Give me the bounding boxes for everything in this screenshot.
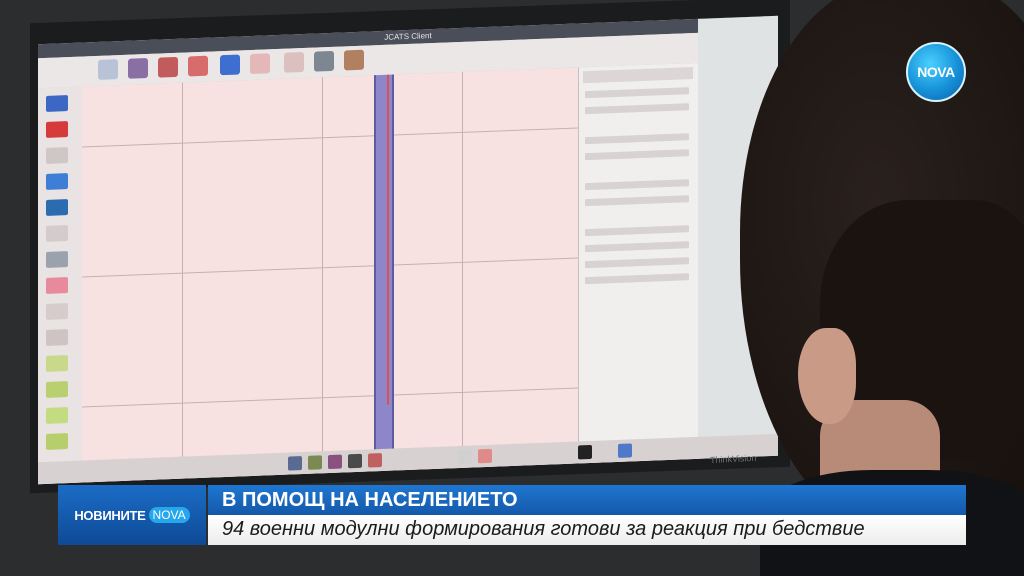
- grid-line: [82, 387, 578, 408]
- person-ear: [798, 328, 856, 424]
- tool-icon[interactable]: [368, 452, 382, 468]
- zone-icon[interactable]: [46, 355, 68, 372]
- panel-field[interactable]: [585, 149, 689, 161]
- panel-field[interactable]: [585, 103, 689, 115]
- eraser-icon[interactable]: [46, 277, 68, 294]
- panel-field[interactable]: [585, 133, 689, 145]
- news-frame: JCATS Client ThinkVision NOVA НОВИНИТЕ N…: [0, 0, 1024, 576]
- tool-icon[interactable]: [308, 455, 322, 470]
- measure-icon[interactable]: [46, 251, 68, 268]
- subheadline: 94 военни модулни формирования готови за…: [222, 518, 865, 540]
- panel-field[interactable]: [585, 241, 689, 253]
- panel-header: [583, 67, 693, 84]
- vehicle-icon[interactable]: [128, 57, 148, 79]
- pencil-icon[interactable]: [284, 51, 304, 73]
- properties-panel: [578, 62, 699, 468]
- tool-icon[interactable]: [328, 454, 342, 470]
- subheadline-bar: 94 военни модулни формирования готови за…: [208, 515, 966, 545]
- channel-logo: NOVA: [906, 42, 966, 102]
- tool-icon[interactable]: [618, 443, 632, 458]
- route-icon[interactable]: [188, 55, 208, 77]
- pen-icon[interactable]: [46, 303, 68, 320]
- layers-icon[interactable]: [344, 49, 364, 71]
- lower-third: НОВИНИТЕ NOVA В ПОМОЩ НА НАСЕЛЕНИЕТО 94 …: [58, 485, 966, 545]
- headline-bar: В ПОМОЩ НА НАСЕЛЕНИЕТО: [208, 485, 966, 515]
- panel-field[interactable]: [585, 179, 689, 191]
- grid-icon[interactable]: [46, 225, 68, 242]
- panel-field[interactable]: [585, 195, 689, 207]
- program-name: НОВИНИТЕ: [74, 507, 146, 523]
- record-icon[interactable]: [46, 121, 68, 138]
- program-logo: NOVA: [148, 507, 190, 523]
- area-icon[interactable]: [46, 381, 68, 398]
- select-icon[interactable]: [46, 95, 68, 112]
- globe-icon[interactable]: [46, 199, 68, 216]
- tool-icon[interactable]: [288, 456, 302, 471]
- terrain-icon[interactable]: [314, 50, 334, 72]
- panel-field[interactable]: [585, 225, 689, 237]
- map-view[interactable]: [82, 67, 578, 485]
- move-icon[interactable]: [46, 173, 68, 190]
- grid-line: [82, 127, 578, 148]
- monitor-screen: JCATS Client: [38, 15, 778, 485]
- program-brand: НОВИНИТЕ NOVA: [58, 485, 206, 545]
- edit-icon[interactable]: [250, 53, 270, 75]
- panel-field[interactable]: [585, 257, 689, 269]
- panel-field[interactable]: [585, 273, 689, 285]
- crosshair-icon[interactable]: [98, 59, 118, 80]
- headline: В ПОМОЩ НА НАСЕЛЕНИЕТО: [222, 489, 518, 511]
- draw-icon[interactable]: [46, 329, 68, 346]
- plus-icon[interactable]: [220, 54, 240, 76]
- tool-icon[interactable]: [578, 444, 592, 460]
- tool-icon[interactable]: [348, 453, 362, 469]
- panel-field[interactable]: [585, 87, 689, 99]
- sector-icon[interactable]: [46, 433, 68, 450]
- tool-palette: [38, 86, 83, 485]
- route-line: [387, 74, 389, 405]
- tool-icon[interactable]: [478, 448, 492, 464]
- route-track[interactable]: [374, 74, 394, 466]
- tool-icon[interactable]: [458, 449, 472, 465]
- grid-line: [82, 257, 578, 278]
- region-icon[interactable]: [46, 407, 68, 424]
- unit-icon[interactable]: [158, 56, 178, 78]
- line-icon[interactable]: [46, 147, 68, 164]
